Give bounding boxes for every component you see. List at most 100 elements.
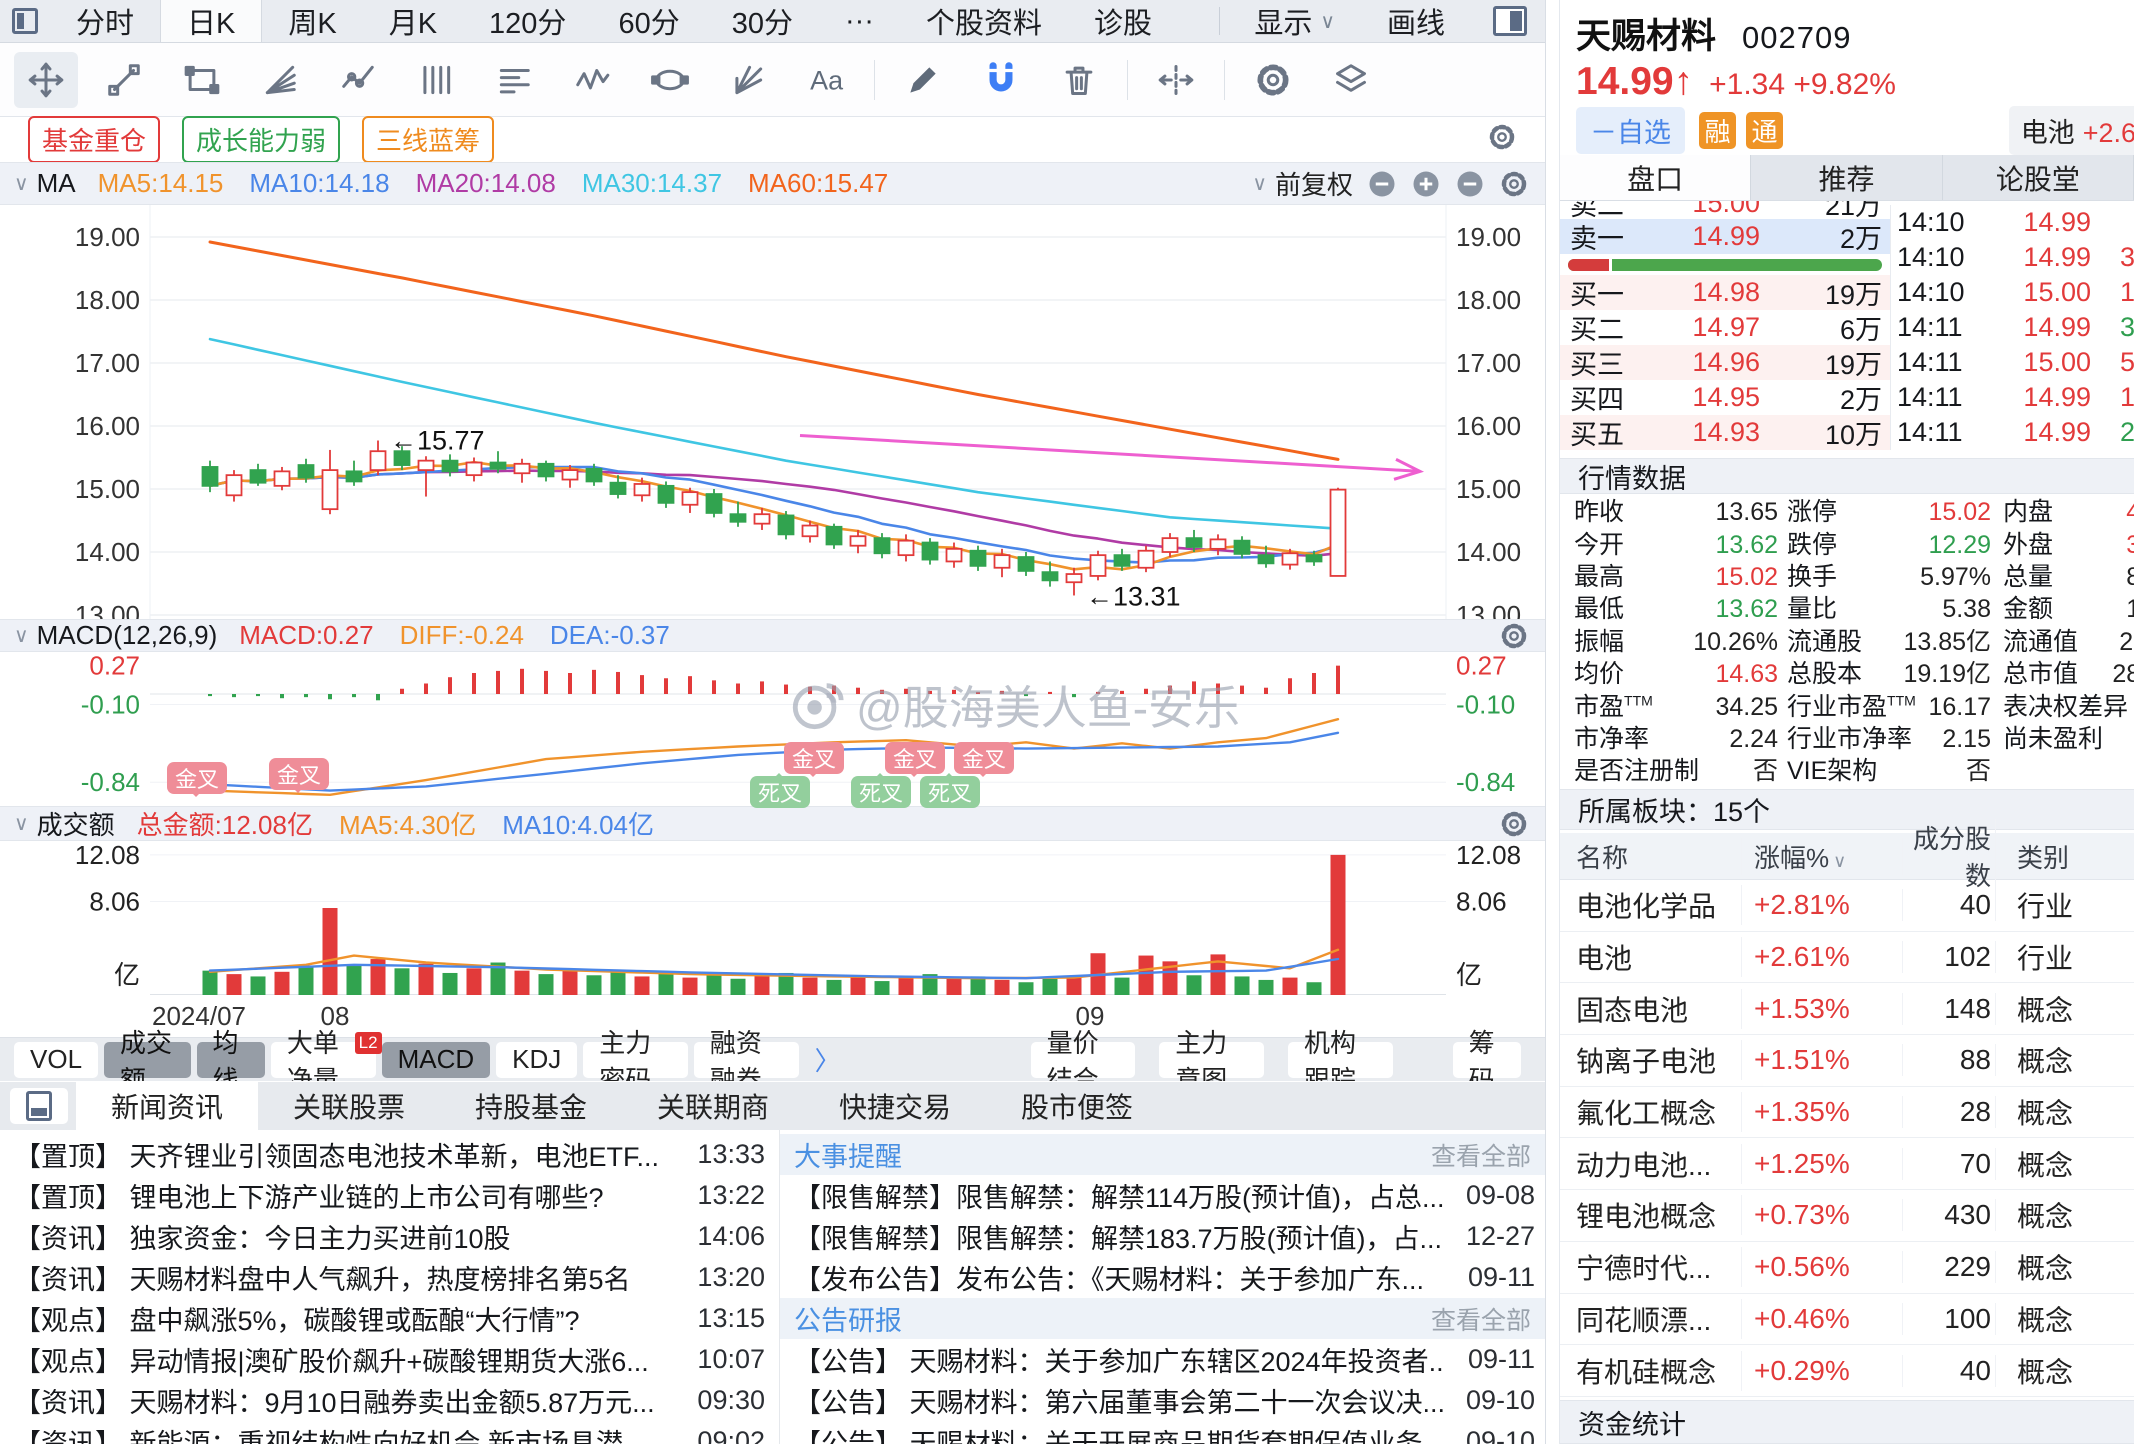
gann-lines-tool-button[interactable]	[482, 52, 546, 108]
text-tool-button[interactable]: Aa	[794, 52, 858, 108]
sector-row[interactable]: 动力电池...+1.25%70概念	[1560, 1138, 2134, 1190]
settings-gear-button[interactable]	[1241, 52, 1305, 108]
sector-row[interactable]: 电池+2.61%102行业	[1560, 932, 2134, 984]
adjust-mode-label[interactable]: 前复权	[1275, 165, 1353, 202]
tab-周K[interactable]: 周K	[262, 0, 362, 42]
order-book-row[interactable]: 买四14.952万	[1560, 380, 1890, 415]
news-item[interactable]: 【观点】 盘中飙涨5%，碳酸锂或酝酿“大行情”?13:15	[14, 1298, 765, 1339]
minus-circle-icon[interactable]	[1455, 169, 1485, 199]
collapse-chevron-icon[interactable]: ∨	[14, 811, 29, 836]
col-header-count[interactable]: 成分股数	[1903, 819, 1996, 893]
stock-tag[interactable]: 基金重仓	[28, 116, 160, 163]
rect-tool-button[interactable]	[170, 52, 234, 108]
bar-spacing-tool-button[interactable]	[1144, 52, 1208, 108]
collapse-chevron-icon[interactable]: ∨	[14, 171, 29, 196]
tags-settings-button[interactable]	[1487, 122, 1517, 157]
announcement-item[interactable]: 【限售解禁】限售解禁：解禁114万股(预计值)，占总...09-08	[794, 1175, 1535, 1216]
indicator-tab-MACD[interactable]: MACD	[382, 1042, 491, 1078]
angle-fan-tool-button[interactable]	[716, 52, 780, 108]
minus-circle-icon[interactable]	[1367, 169, 1397, 199]
news-tab-持股基金[interactable]: 持股基金	[440, 1082, 622, 1130]
tab-120分[interactable]: 120分	[463, 0, 592, 42]
indicator-tab-KDJ[interactable]: KDJ	[496, 1042, 577, 1078]
order-book-row[interactable]: 买一14.9819万	[1560, 275, 1890, 310]
polyline-tool-button[interactable]	[326, 52, 390, 108]
tab-分时[interactable]: 分时	[50, 0, 160, 42]
order-book-row[interactable]: 买五14.9310万	[1560, 415, 1890, 450]
margin-chip-融[interactable]: 融	[1699, 112, 1736, 149]
panel-toggle-icon[interactable]	[1493, 6, 1527, 36]
news-item[interactable]: 【观点】 异动情报|澳矿股价飙升+碳酸锂期货大涨6...10:07	[14, 1339, 765, 1380]
display-menu[interactable]: 显示∨	[1228, 0, 1361, 42]
trendline-tool-button[interactable]	[92, 52, 156, 108]
view-all-link[interactable]: 查看全部	[1431, 1137, 1531, 1173]
wave-tool-button[interactable]	[560, 52, 624, 108]
tab-个股资料[interactable]: 个股资料	[900, 0, 1068, 42]
plus-circle-icon[interactable]	[1411, 169, 1441, 199]
watchlist-remove-button[interactable]: －自选	[1576, 107, 1685, 154]
panel-tab-盘口[interactable]: 盘口	[1560, 155, 1751, 200]
magnet-tool-button[interactable]	[969, 52, 1033, 108]
news-item[interactable]: 【资讯】 独家资金：今日主力买进前10股14:06	[14, 1216, 765, 1257]
sidebar-toggle-icon[interactable]	[0, 0, 50, 42]
announcement-item[interactable]: 【限售解禁】限售解禁：解禁183.7万股(预计值)，占...12-27	[794, 1216, 1535, 1257]
tab-60分[interactable]: 60分	[592, 0, 705, 42]
sector-row[interactable]: 固态电池+1.53%148概念	[1560, 983, 2134, 1035]
fan-lines-tool-button[interactable]	[248, 52, 312, 108]
tab-诊股[interactable]: 诊股	[1068, 0, 1178, 42]
sector-row[interactable]: 电池化学品+2.81%40行业	[1560, 880, 2134, 932]
pane-settings-button[interactable]	[1499, 809, 1529, 839]
vertical-lines-tool-button[interactable]	[404, 52, 468, 108]
news-panel-icon[interactable]	[10, 1088, 68, 1124]
tool-tab-机构跟踪[interactable]: 机构跟踪	[1288, 1042, 1393, 1078]
tab-月K[interactable]: 月K	[363, 0, 463, 42]
sector-row[interactable]: 钠离子电池+1.51%88概念	[1560, 1035, 2134, 1087]
news-tab-新闻资讯[interactable]: 新闻资讯	[76, 1082, 258, 1130]
col-header-type[interactable]: 类别	[1996, 838, 2134, 875]
news-tab-关联期商[interactable]: 关联期商	[622, 1082, 804, 1130]
collapse-chevron-icon[interactable]: ∨	[14, 623, 29, 648]
news-tab-股市便签[interactable]: 股市便签	[986, 1082, 1168, 1130]
margin-chip-通[interactable]: 通	[1746, 112, 1783, 149]
sector-row[interactable]: 氟化工概念+1.35%28概念	[1560, 1087, 2134, 1139]
order-book-row[interactable]: 买三14.9619万	[1560, 345, 1890, 380]
stock-tag[interactable]: 成长能力弱	[182, 116, 340, 163]
order-book-row[interactable]: 卖一14.992万	[1560, 219, 1890, 254]
panel-tab-推荐[interactable]: 推荐	[1751, 155, 1942, 200]
indicator-tab-均线[interactable]: 均线	[197, 1042, 265, 1078]
tool-tab-主力意图[interactable]: 主力意图	[1159, 1042, 1264, 1078]
tool-tab-量价结合[interactable]: 量价结合	[1031, 1042, 1136, 1078]
news-item[interactable]: 【资讯】 天赐材料：9月10日融券卖出金额5.87万元...09:30	[14, 1380, 765, 1421]
col-header-name[interactable]: 名称	[1560, 838, 1742, 875]
sector-row[interactable]: 有机硅概念+0.29%40概念	[1560, 1345, 2134, 1397]
more-indicators-chevron[interactable]: 〉	[815, 1041, 841, 1078]
indicator-tab-大单净量[interactable]: 大单净量L2	[271, 1042, 376, 1078]
sector-chip[interactable]: 电池+2.6	[2009, 106, 2134, 155]
tab-日K[interactable]: 日K	[160, 0, 262, 42]
news-item[interactable]: 【置顶】 锂电池上下游产业链的上市公司有哪些?13:22	[14, 1175, 765, 1216]
news-tab-快捷交易[interactable]: 快捷交易	[804, 1082, 986, 1130]
col-header-pct[interactable]: 涨幅%∨	[1742, 838, 1903, 875]
indicator-tab-VOL[interactable]: VOL	[14, 1042, 98, 1078]
pen-tool-button[interactable]	[891, 52, 955, 108]
indicator-tab-成交额[interactable]: 成交额	[104, 1042, 191, 1078]
news-tab-关联股票[interactable]: 关联股票	[258, 1082, 440, 1130]
announcement-item[interactable]: 【发布公告】发布公告：《天赐材料：关于参加广东...09-11	[794, 1257, 1535, 1298]
stock-tag[interactable]: 三线蓝筹	[362, 116, 494, 163]
trash-tool-button[interactable]	[1047, 52, 1111, 108]
move-tool-button[interactable]	[14, 52, 78, 108]
sector-row[interactable]: 锂电池概念+0.73%430概念	[1560, 1190, 2134, 1242]
layers-tool-button[interactable]	[1319, 52, 1383, 108]
announcement-item[interactable]: 【公告】 天赐材料：关于开展商品期货套期保值业务...09-10	[794, 1421, 1535, 1444]
indicator-tab-融资融券[interactable]: 融资融券	[694, 1042, 799, 1078]
announcement-item[interactable]: 【公告】 天赐材料：关于参加广东辖区2024年投资者...09-11	[794, 1339, 1535, 1380]
indicator-tab-主力密码[interactable]: 主力密码	[583, 1042, 688, 1078]
tab-···[interactable]: ···	[819, 0, 900, 42]
tool-tab-筹码[interactable]: 筹码	[1453, 1042, 1521, 1078]
volume-chart[interactable]: 12.0812.088.068.06亿亿	[0, 841, 1545, 995]
candlestick-chart[interactable]: 19.0019.0018.0018.0017.0017.0016.0016.00…	[0, 205, 1545, 619]
ellipse-tool-button[interactable]	[638, 52, 702, 108]
draw-line-button[interactable]: 画线	[1361, 0, 1471, 42]
panel-tab-论股堂[interactable]: 论股堂	[1943, 155, 2134, 200]
sector-row[interactable]: 同花顺漂...+0.46%100概念	[1560, 1294, 2134, 1346]
